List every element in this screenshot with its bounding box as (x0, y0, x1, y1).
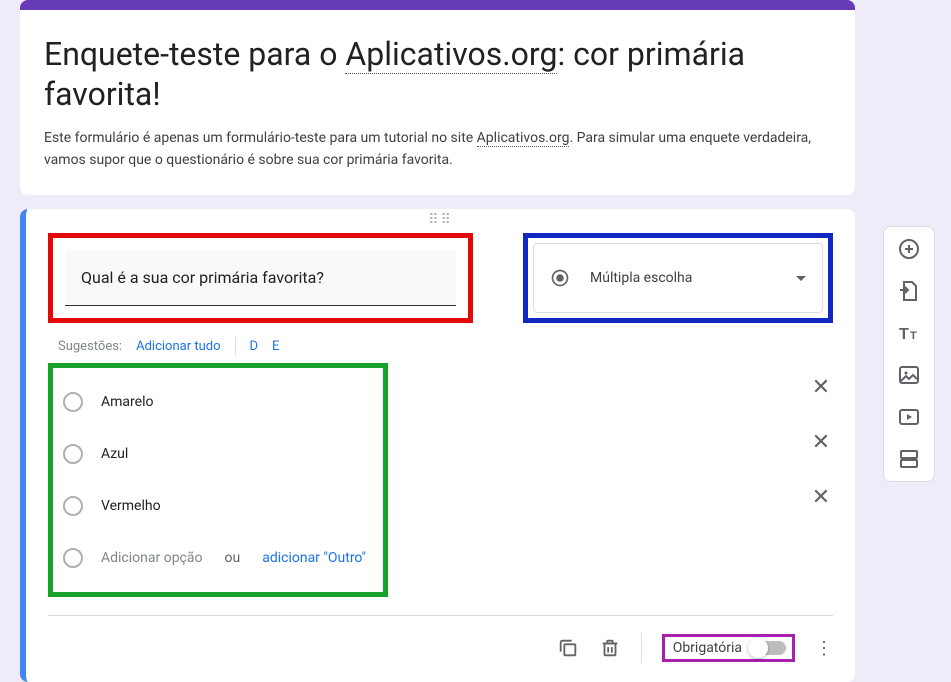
svg-text:T: T (899, 326, 909, 343)
question-title-input[interactable] (65, 250, 456, 306)
radio-icon (63, 496, 83, 516)
form-title-before: Enquete-teste para o (44, 35, 345, 73)
suggestion-e[interactable]: E (272, 339, 279, 354)
question-type-dropdown[interactable]: Múltipla escolha (533, 243, 823, 313)
or-label: ou (225, 550, 241, 566)
suggestions-row: Sugestões: Adicionar tudo D E (58, 337, 833, 355)
radio-icon (63, 548, 83, 568)
svg-text:T: T (910, 330, 917, 342)
duplicate-button[interactable] (557, 637, 579, 659)
add-option-row: Adicionar opção ou adicionar "Outro" (63, 532, 373, 584)
add-title-button[interactable]: TT (897, 321, 921, 345)
remove-option-button[interactable]: ✕ (809, 430, 833, 455)
form-desc-link[interactable]: Aplicativos.org (477, 130, 570, 147)
question-type-label: Múltipla escolha (590, 270, 776, 286)
options-highlight: Amarelo Azul Vermelho Adicionar opção ou… (48, 363, 388, 597)
divider (641, 633, 642, 663)
add-section-button[interactable] (897, 447, 921, 471)
form-header-card: Enquete-teste para o Aplicativos.org: co… (20, 0, 855, 195)
question-title-highlight (48, 233, 473, 323)
divider (48, 615, 833, 616)
option-label[interactable]: Azul (101, 446, 128, 462)
add-option-link[interactable]: Adicionar opção (101, 550, 203, 566)
add-video-button[interactable] (897, 405, 921, 429)
required-highlight: Obrigatória (662, 634, 795, 662)
remove-option-button[interactable]: ✕ (809, 485, 833, 510)
delete-button[interactable] (599, 637, 621, 659)
radio-icon (550, 268, 570, 288)
divider (235, 337, 236, 355)
form-description[interactable]: Este formulário é apenas um formulário-t… (44, 128, 831, 171)
import-questions-button[interactable] (897, 279, 921, 303)
option-row[interactable]: Vermelho (63, 480, 373, 532)
radio-icon (63, 392, 83, 412)
option-label[interactable]: Amarelo (101, 394, 153, 410)
question-type-highlight: Múltipla escolha (523, 233, 833, 323)
form-title-link[interactable]: Aplicativos.org (345, 35, 557, 74)
suggestions-label: Sugestões: (58, 339, 122, 354)
form-desc-before: Este formulário é apenas um formulário-t… (44, 130, 477, 146)
chevron-down-icon (796, 276, 806, 281)
remove-option-button[interactable]: ✕ (809, 375, 833, 400)
question-card[interactable]: ⠿⠿ Múltipla escolha Sugestões: Adicionar… (20, 209, 855, 682)
option-row[interactable]: Amarelo (63, 376, 373, 428)
add-image-button[interactable] (897, 363, 921, 387)
option-row[interactable]: Azul (63, 428, 373, 480)
more-options-button[interactable]: ⋮ (815, 638, 833, 659)
form-title[interactable]: Enquete-teste para o Aplicativos.org: co… (44, 34, 831, 114)
add-other-link[interactable]: adicionar "Outro" (262, 550, 366, 566)
suggestion-d[interactable]: D (250, 339, 259, 354)
option-label[interactable]: Vermelho (101, 498, 161, 514)
radio-icon (63, 444, 83, 464)
add-question-button[interactable] (897, 237, 921, 261)
toolbar-sidebar: TT (883, 226, 935, 482)
required-toggle[interactable] (750, 641, 786, 655)
required-label: Obrigatória (673, 640, 742, 656)
question-footer: Obrigatória ⋮ (48, 624, 833, 672)
drag-handle-icon[interactable]: ⠿⠿ (428, 217, 453, 223)
add-all-link[interactable]: Adicionar tudo (136, 339, 220, 354)
